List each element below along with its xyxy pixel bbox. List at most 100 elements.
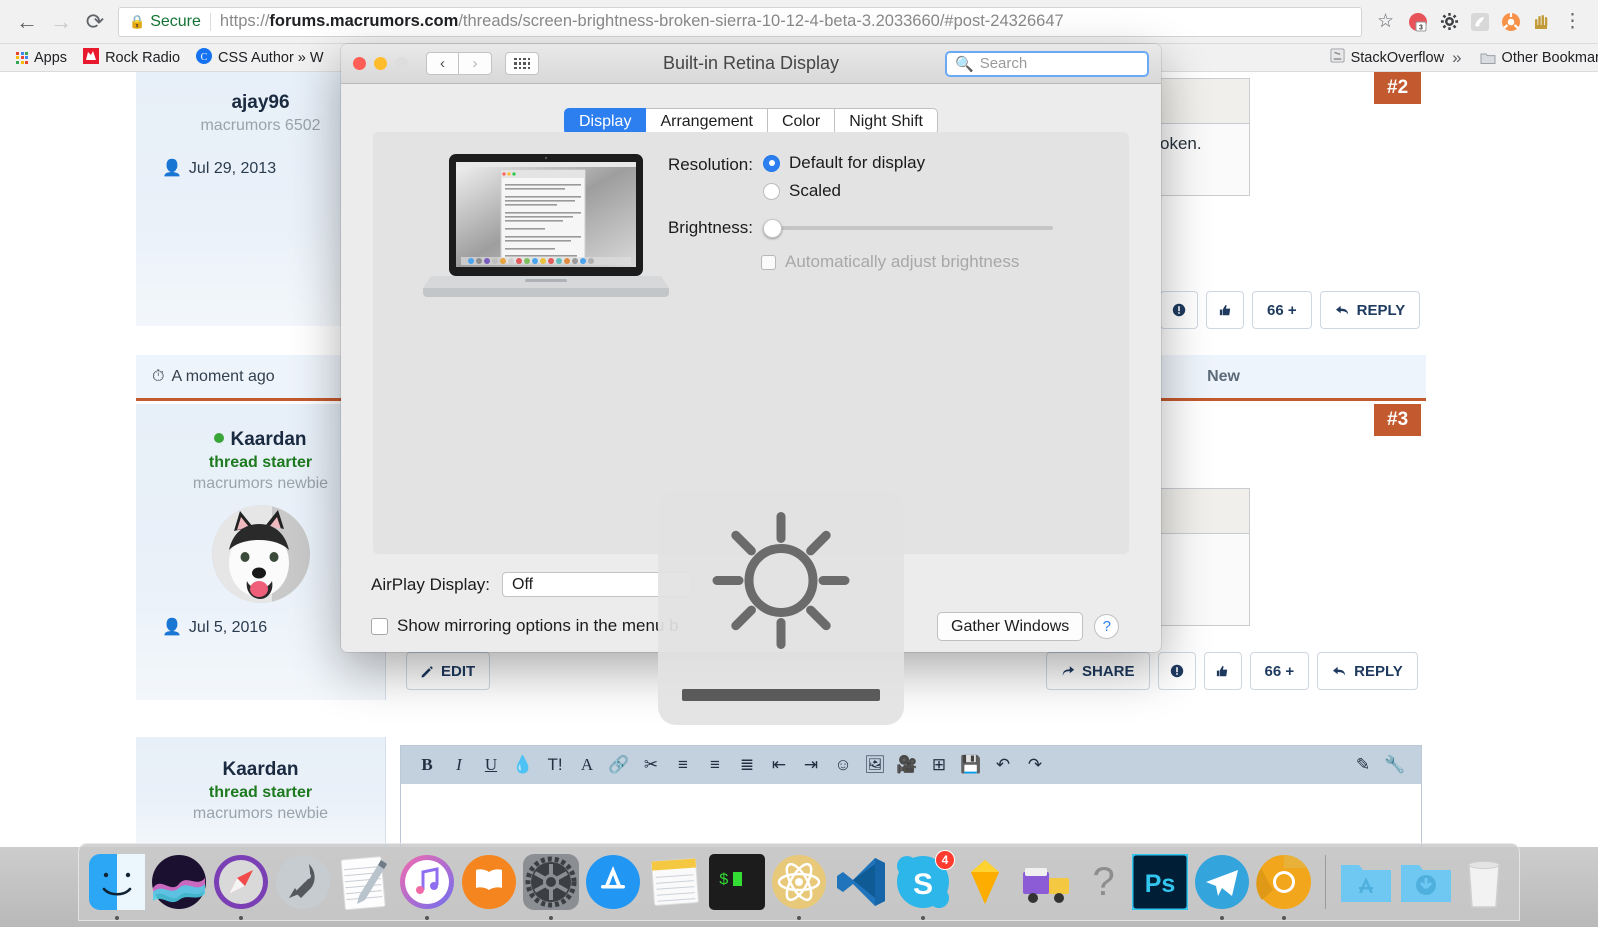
undo-icon[interactable]: ↶	[987, 755, 1019, 775]
table-icon[interactable]: ⊞	[923, 755, 955, 775]
dock-item-applications-folder[interactable]	[1339, 853, 1393, 911]
brightness-slider-knob[interactable]	[763, 218, 782, 238]
brightness-slider[interactable]	[763, 218, 1053, 238]
text-color-icon[interactable]: 💧	[507, 755, 539, 775]
dock-item-skype[interactable]: S 4	[895, 850, 955, 920]
dock-item-stickies[interactable]	[647, 853, 703, 911]
numbered-list-icon[interactable]: ≣	[731, 755, 763, 775]
smiley-icon[interactable]: ☺	[827, 755, 859, 775]
dock-item-finder[interactable]	[89, 853, 145, 920]
tab-night-shift[interactable]: Night Shift	[835, 108, 938, 135]
show-all-prefs-icon[interactable]	[505, 52, 539, 75]
gather-windows-button[interactable]: Gather Windows	[937, 612, 1084, 641]
chrome-menu-icon[interactable]: ⋮	[1553, 11, 1588, 31]
bookmarks-overflow: » Other Bookmarks	[1452, 48, 1598, 68]
dock-item-terminal[interactable]: $	[709, 853, 765, 911]
quote-button[interactable]: 66 +	[1249, 652, 1310, 690]
indent-icon[interactable]: ⇥	[795, 755, 827, 775]
tab-arrangement[interactable]: Arrangement	[646, 108, 768, 135]
dock-item-itunes[interactable]	[399, 853, 455, 920]
close-window-button[interactable]	[353, 57, 366, 70]
dock-item-visual-studio-code[interactable]	[833, 853, 889, 911]
dock-item-chrome-canary[interactable]	[1256, 853, 1312, 920]
redo-icon[interactable]: ↷	[1019, 755, 1051, 775]
like-button[interactable]	[1206, 291, 1244, 329]
dock-item-app-store[interactable]	[585, 853, 641, 911]
tab-display[interactable]: Display	[563, 108, 647, 135]
minimize-window-button[interactable]	[374, 57, 387, 70]
like-button[interactable]	[1203, 652, 1242, 690]
bookmark-apps[interactable]: Apps	[8, 50, 75, 66]
dock-item-atom[interactable]	[771, 853, 827, 920]
dock-item-notes[interactable]	[337, 853, 393, 911]
other-bookmarks-folder[interactable]: Other Bookmarks	[1472, 50, 1598, 66]
dock-item-siri[interactable]	[151, 853, 207, 911]
reply-button[interactable]: REPLY	[1319, 291, 1421, 329]
reply-button[interactable]: REPLY	[1317, 652, 1418, 690]
resolution-option-scaled[interactable]: Scaled	[763, 181, 925, 201]
brightness-slider-track[interactable]	[763, 226, 1053, 230]
bookmark-rock-radio[interactable]: Rock Radio	[75, 47, 188, 68]
align-icon[interactable]: ≡	[667, 755, 699, 775]
edit-button[interactable]: EDIT	[406, 652, 491, 690]
save-draft-icon[interactable]: 💾	[955, 755, 987, 775]
bookmark-star-icon[interactable]: ☆	[1370, 10, 1401, 33]
auto-brightness-row[interactable]: Automatically adjust brightness	[761, 252, 1019, 272]
report-button[interactable]	[1160, 291, 1198, 329]
reply-editor[interactable]: B I U 💧 T! A 🔗 ✂ ≡ ≡ ≣ ⇤ ⇥ ☺ 🖼 🎥 ⊞ 💾 ↶ ↷	[400, 745, 1422, 847]
radio-default-for-display[interactable]	[763, 154, 780, 172]
dock-item-sketch[interactable]	[957, 853, 1013, 911]
auto-brightness-checkbox[interactable]	[761, 254, 776, 270]
prefs-back-icon[interactable]: ‹	[426, 52, 459, 75]
radio-scaled[interactable]	[763, 182, 780, 200]
image-icon[interactable]: 🖼	[859, 755, 891, 775]
address-bar[interactable]: 🔒 Secure https://forums.macrumors.com/th…	[118, 6, 1362, 37]
report-button[interactable]	[1157, 652, 1196, 690]
bookmark-css-author[interactable]: C CSS Author » W	[188, 47, 332, 68]
gear-extension-icon[interactable]	[1438, 11, 1460, 33]
eraser-icon[interactable]: ✎	[1347, 755, 1379, 775]
dock-item-downloads-folder[interactable]	[1399, 853, 1453, 911]
prefs-search-input[interactable]: 🔍 Search	[945, 50, 1149, 77]
italic-icon[interactable]: I	[443, 755, 475, 775]
overflow-chevron-icon[interactable]: »	[1452, 48, 1461, 68]
mirroring-checkbox[interactable]	[371, 617, 388, 635]
mirroring-row[interactable]: Show mirroring options in the menu b	[371, 616, 679, 636]
dock-item-launchpad[interactable]	[275, 853, 331, 911]
dock-item-safari[interactable]	[213, 853, 269, 920]
dock-item-trash[interactable]	[1459, 853, 1509, 911]
back-arrow-icon[interactable]: ←	[10, 5, 44, 39]
dock-item-system-preferences[interactable]	[523, 853, 579, 920]
media-icon[interactable]: 🎥	[891, 755, 923, 775]
underline-icon[interactable]: U	[475, 755, 507, 775]
help-button[interactable]: ?	[1094, 614, 1120, 639]
post-username[interactable]: Kaardan	[136, 737, 385, 781]
link-icon[interactable]: 🔗	[603, 755, 635, 775]
hand-extension-icon[interactable]	[1531, 11, 1553, 33]
bookmark-stackoverflow[interactable]: StackOverflow	[1322, 48, 1452, 67]
tab-color[interactable]: Color	[767, 108, 836, 135]
reply-textarea[interactable]	[401, 784, 1421, 847]
font-family-icon[interactable]: A	[571, 755, 603, 775]
reload-icon[interactable]: ⟳	[78, 5, 112, 39]
adblock-extension-icon[interactable]: 3	[1407, 11, 1429, 33]
post2-actions: 66 + REPLY	[1160, 291, 1421, 329]
resolution-option-default[interactable]: Default for display	[763, 153, 925, 173]
outdent-icon[interactable]: ⇤	[763, 755, 795, 775]
dock-item-telegram[interactable]	[1194, 853, 1250, 920]
font-size-icon[interactable]: T!	[539, 755, 571, 775]
bold-icon[interactable]: B	[411, 755, 443, 775]
window-titlebar[interactable]: ‹ › Built-in Retina Display 🔍 Search	[341, 44, 1161, 84]
comet-extension-icon[interactable]	[1469, 11, 1491, 33]
dock-item-photoshop[interactable]: Ps	[1132, 853, 1189, 911]
wrench-icon[interactable]: 🔧	[1379, 755, 1411, 775]
unlink-icon[interactable]: ✂	[635, 755, 667, 775]
orange-circle-extension-icon[interactable]	[1500, 11, 1522, 33]
dock-item-unknown-app[interactable]: ?	[1081, 853, 1126, 911]
quote-button[interactable]: 66 +	[1252, 291, 1312, 329]
share-button[interactable]: SHARE	[1046, 652, 1150, 690]
dock-item-transmit[interactable]	[1019, 853, 1075, 911]
bullet-list-icon[interactable]: ≡	[699, 755, 731, 775]
dock-item-ibooks[interactable]	[461, 853, 517, 911]
avatar[interactable]	[211, 505, 310, 603]
